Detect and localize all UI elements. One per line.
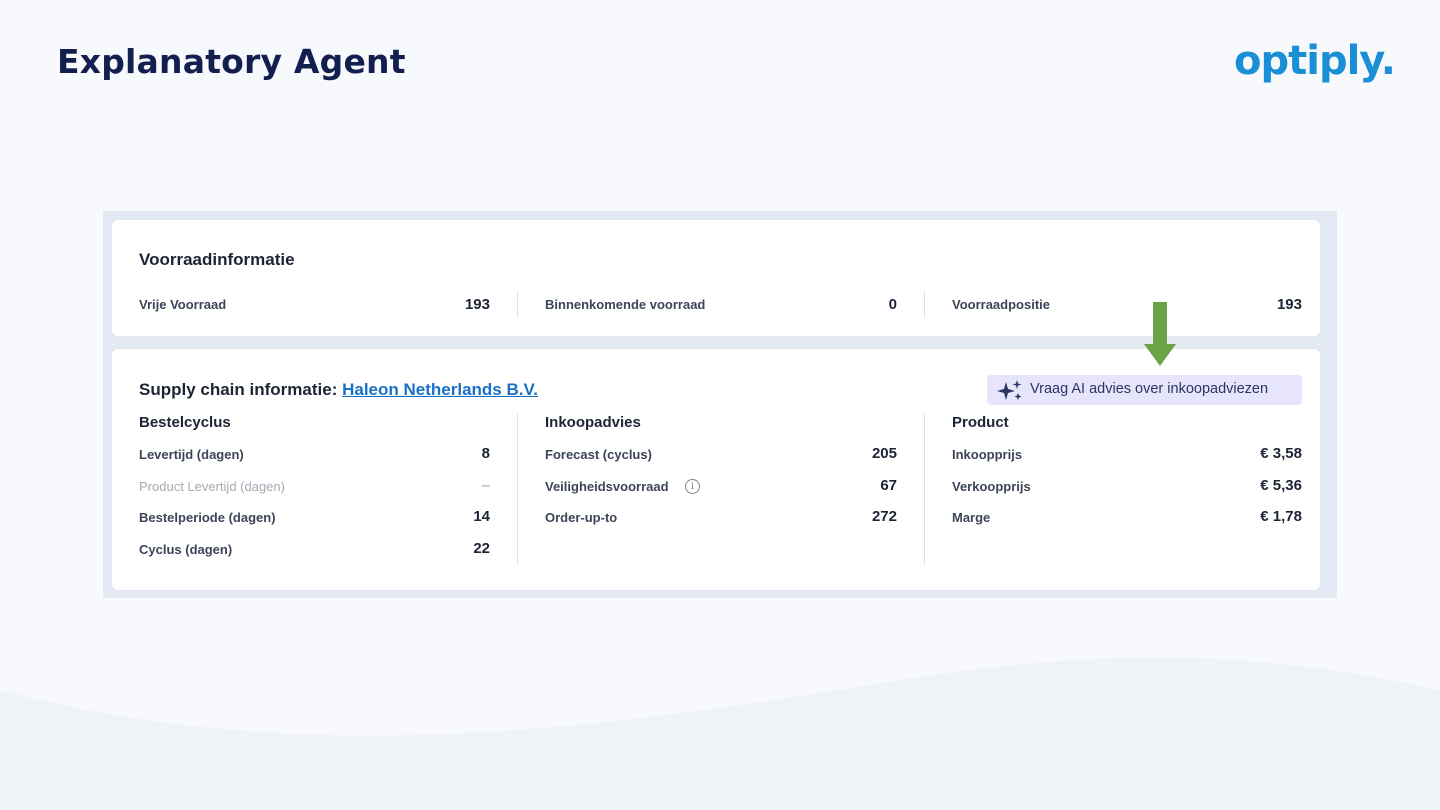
stock-card-title: Voorraadinformatie <box>139 250 295 269</box>
product-lead-time-label: Product Levertijd (dagen) <box>139 479 285 494</box>
free-stock-value: 193 <box>464 296 490 313</box>
cycle-value: 22 <box>473 540 490 557</box>
order-period-label: Bestelperiode (dagen) <box>139 510 276 525</box>
stock-info-card: Voorraadinformatie Vrije Voorraad 193 Bi… <box>112 220 1320 336</box>
order-period-value: 14 <box>473 508 490 525</box>
safety-stock-value: 67 <box>880 477 897 494</box>
slide-title: Explanatory Agent <box>57 42 406 81</box>
order-up-to-value: 272 <box>871 508 897 525</box>
free-stock-label: Vrije Voorraad <box>139 297 227 312</box>
ask-ai-advice-button[interactable]: Vraag AI advies over inkoopadviezen <box>987 375 1302 405</box>
sparkles-icon <box>997 380 1022 400</box>
supply-divider-1 <box>517 414 518 564</box>
supply-chain-card: Supply chain informatie: Haleon Netherla… <box>112 349 1320 590</box>
stock-position-value: 193 <box>1276 296 1302 313</box>
stock-position-label: Voorraadpositie <box>952 297 1051 312</box>
purchase-price-value: € 3,58 <box>1260 445 1302 462</box>
sales-price-label: Verkoopprijs <box>952 479 1031 494</box>
safety-stock-label: Veiligheidsvoorraad <box>545 479 669 494</box>
supplier-link[interactable]: Haleon Netherlands B.V. <box>342 380 538 399</box>
product-heading: Product <box>952 414 1009 431</box>
purchase-advice-heading: Inkoopadvies <box>545 414 641 431</box>
purchase-price-label: Inkoopprijs <box>952 447 1023 462</box>
lead-time-label: Levertijd (dagen) <box>139 447 244 462</box>
stock-divider-2 <box>924 292 925 318</box>
info-icon[interactable] <box>685 479 700 494</box>
lead-time-value: 8 <box>481 445 490 462</box>
incoming-stock-value: 0 <box>888 296 897 313</box>
margin-label: Marge <box>952 510 991 525</box>
cycle-label: Cyclus (dagen) <box>139 542 233 557</box>
screenshot-frame: Voorraadinformatie Vrije Voorraad 193 Bi… <box>103 211 1337 598</box>
optiply-logo: optiply. <box>1234 38 1396 84</box>
order-up-to-label: Order-up-to <box>545 510 618 525</box>
sales-price-value: € 5,36 <box>1260 477 1302 494</box>
product-lead-time-value: – <box>481 477 490 494</box>
supply-title-text: Supply chain informatie: <box>139 380 338 399</box>
forecast-label: Forecast (cyclus) <box>545 447 652 462</box>
background-wave <box>0 657 1440 810</box>
forecast-value: 205 <box>871 445 897 462</box>
margin-value: € 1,78 <box>1260 508 1302 525</box>
supply-card-title: Supply chain informatie: Haleon Netherla… <box>139 380 538 400</box>
order-cycle-heading: Bestelcyclus <box>139 414 231 431</box>
arrow-down-icon <box>1144 302 1176 366</box>
incoming-stock-label: Binnenkomende voorraad <box>545 297 706 312</box>
supply-divider-2 <box>924 414 925 564</box>
stock-divider-1 <box>517 292 518 318</box>
ask-ai-advice-label: Vraag AI advies over inkoopadviezen <box>1030 381 1269 397</box>
